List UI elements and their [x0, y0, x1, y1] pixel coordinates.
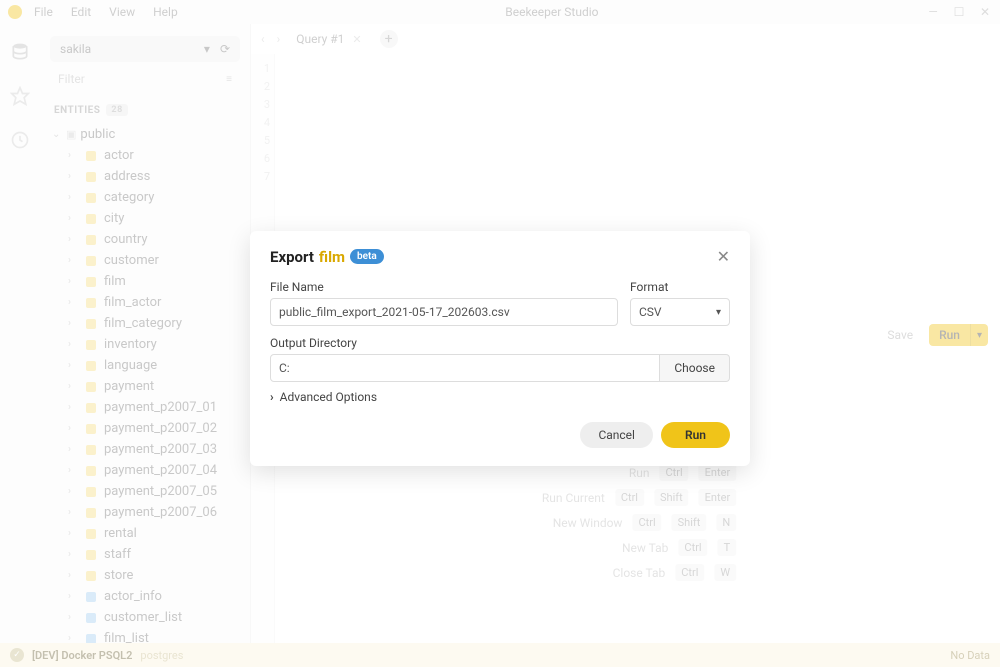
modal-title-entity: film — [319, 248, 345, 266]
modal-close-icon[interactable]: ✕ — [717, 247, 730, 266]
output-dir-label: Output Directory — [270, 336, 730, 350]
modal-title: Export film beta — [270, 248, 384, 266]
run-export-button[interactable]: Run — [661, 422, 730, 448]
advanced-options-toggle[interactable]: › Advanced Options — [270, 390, 730, 404]
format-select[interactable]: CSV ▾ — [630, 298, 730, 326]
output-dir-input[interactable] — [270, 354, 660, 382]
modal-title-prefix: Export — [270, 248, 314, 266]
advanced-options-label: Advanced Options — [280, 390, 377, 404]
beta-badge: beta — [350, 249, 384, 264]
format-value: CSV — [639, 305, 662, 319]
chevron-right-icon: › — [270, 390, 274, 404]
format-label: Format — [630, 280, 730, 294]
chevron-down-icon: ▾ — [716, 307, 721, 318]
export-modal: Export film beta ✕ File Name Format CSV … — [250, 231, 750, 466]
choose-button[interactable]: Choose — [660, 354, 730, 382]
file-name-label: File Name — [270, 280, 618, 294]
file-name-input[interactable] — [270, 298, 618, 326]
cancel-button[interactable]: Cancel — [580, 422, 653, 448]
